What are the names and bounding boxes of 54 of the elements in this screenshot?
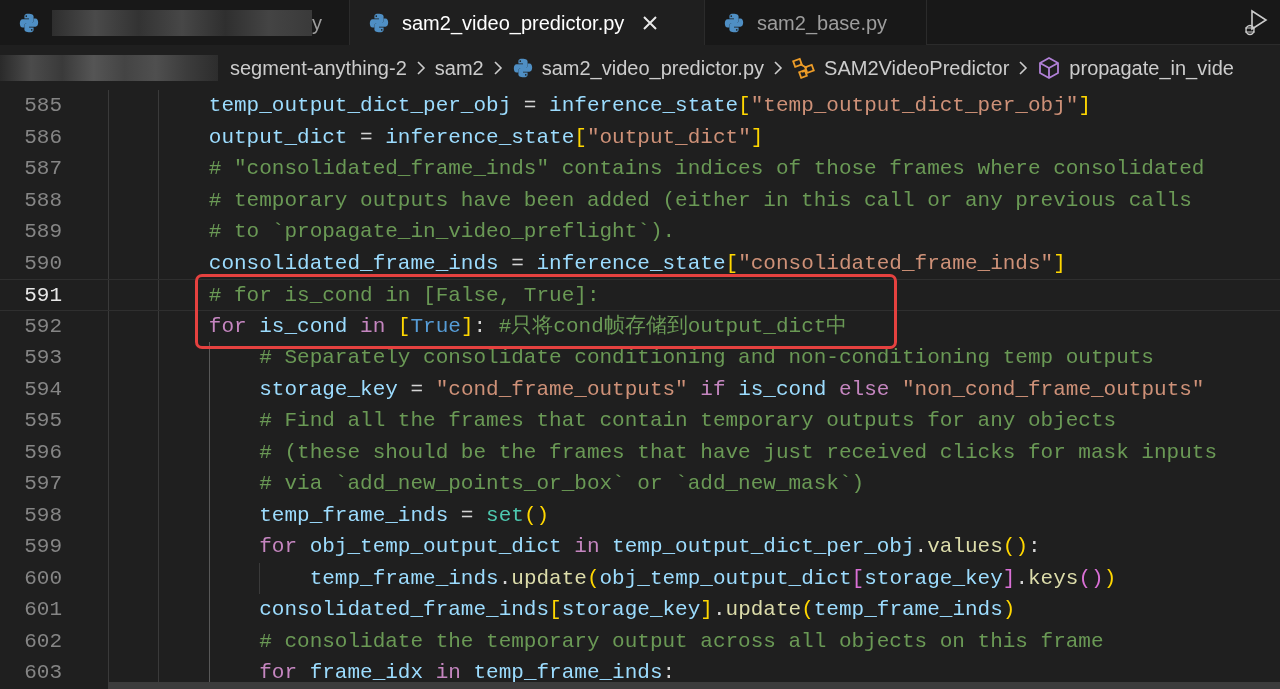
code-line: # Find all the frames that contain temporary outputs for any objects bbox=[258, 408, 1117, 434]
code-line: temp_frame_inds.update(obj_temp_output_dict[storage_key].keys()) bbox=[308, 565, 1117, 592]
breadcrumb-item[interactable]: SAM2VideoPredictor bbox=[792, 52, 1010, 83]
code-line: for frame_idx in temp_frame_inds: bbox=[258, 660, 676, 686]
code-line: consolidated_frame_inds = inference_state["consolidated_frame_inds"] bbox=[207, 250, 1066, 277]
breadcrumb-item[interactable]: segment-anything-2 bbox=[230, 52, 407, 83]
run-debug-icon[interactable] bbox=[1244, 8, 1270, 36]
line-number: 600 bbox=[23, 565, 62, 592]
editor-tab[interactable]: y bbox=[0, 0, 350, 45]
line-number: 595 bbox=[23, 408, 62, 434]
line-number: 603 bbox=[23, 660, 62, 686]
line-number: 598 bbox=[23, 502, 62, 529]
code-line: # "consolidated_frame_inds" contains indices of those frames where consolidated bbox=[207, 156, 1205, 182]
code-line: storage_key = "cond_frame_outputs" if is_cond else "non_cond_frame_outputs" bbox=[258, 376, 1205, 403]
line-number: 585 bbox=[23, 93, 62, 119]
line-number: 591 bbox=[23, 283, 62, 309]
cube-icon bbox=[1037, 55, 1062, 80]
code-line: # (these should be the frames that have just received clicks for mask inputs bbox=[258, 439, 1217, 466]
code-line: # consolidate the temporary output across all objects on this frame bbox=[258, 628, 1104, 655]
python-file-icon bbox=[368, 11, 390, 34]
scrollbar[interactable] bbox=[108, 682, 1280, 689]
code-line: # temporary outputs have been added (either in this call or any previous calls bbox=[207, 187, 1192, 214]
code-line: temp_frame_inds = set() bbox=[258, 502, 550, 529]
python-file-icon bbox=[18, 11, 40, 34]
line-number: 602 bbox=[23, 628, 62, 655]
code-line: for obj_temp_output_dict in temp_output_dict_per_obj.values(): bbox=[258, 534, 1041, 560]
line-number: 588 bbox=[23, 187, 62, 214]
line-number: 586 bbox=[23, 124, 62, 151]
line-number: 587 bbox=[23, 156, 62, 182]
line-number: 589 bbox=[23, 219, 62, 245]
line-number: 599 bbox=[23, 534, 62, 560]
editor-tab[interactable]: sam2_base.py bbox=[705, 0, 927, 45]
code-line: temp_output_dict_per_obj = inference_state["temp_output_dict_per_obj"] bbox=[207, 93, 1091, 119]
line-number: 596 bbox=[23, 439, 62, 466]
code-line: # to `propagate_in_video_preflight`). bbox=[207, 219, 676, 245]
line-number: 590 bbox=[23, 250, 62, 277]
breadcrumb-item[interactable]: sam2 bbox=[434, 52, 484, 83]
editor-tab[interactable]: sam2_video_predictor.py bbox=[350, 0, 705, 45]
line-number: 592 bbox=[23, 313, 62, 340]
python-file-icon bbox=[511, 56, 534, 79]
class-icon bbox=[792, 55, 817, 80]
breadcrumb-item[interactable]: propagate_in_vide bbox=[1037, 52, 1234, 83]
line-number: 601 bbox=[23, 597, 62, 623]
breadcrumb-item[interactable]: sam2_video_predictor.py bbox=[511, 52, 765, 83]
code-line: # via `add_new_points_or_box` or `add_new_mask`) bbox=[258, 471, 865, 497]
code-line: # for is_cond in [False, True]: bbox=[207, 283, 600, 309]
code-line: consolidated_frame_inds[storage_key].update(temp_frame_inds) bbox=[258, 597, 1016, 623]
line-number: 594 bbox=[23, 376, 62, 403]
code-line: output_dict = inference_state["output_dict"] bbox=[207, 124, 764, 151]
python-file-icon bbox=[723, 11, 745, 34]
code-line: # Separately consolidate conditioning and non-conditioning temp outputs bbox=[258, 345, 1154, 371]
code-line: for is_cond in [True]: #只将cond帧存储到output_dict中 bbox=[207, 313, 848, 340]
line-number: 597 bbox=[23, 471, 62, 497]
line-number: 593 bbox=[23, 345, 62, 371]
